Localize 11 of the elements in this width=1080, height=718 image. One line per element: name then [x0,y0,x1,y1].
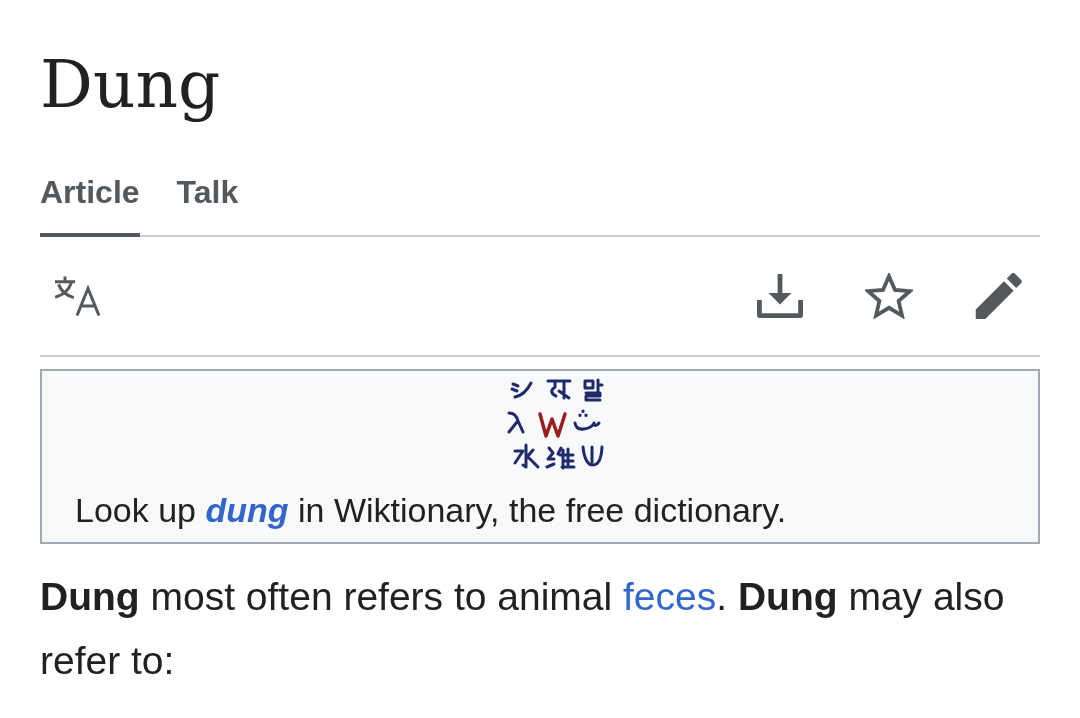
notice-text: Look up dung in Wiktionary, the free dictionary. [75,490,787,530]
script-glyphs-logo-icon [505,378,605,470]
intro-paragraph: Dung most often refers to animal feces. Dung may also refer to: [40,574,1006,684]
term-link[interactable]: dung [205,491,289,529]
star-icon [865,273,913,319]
article-link[interactable]: feces [623,575,717,618]
tab[interactable]: Article [40,154,140,237]
tab[interactable]: Talk [176,154,239,237]
page-title: Dung [40,46,221,124]
pencil-icon [975,273,1023,319]
download-icon [757,274,803,318]
